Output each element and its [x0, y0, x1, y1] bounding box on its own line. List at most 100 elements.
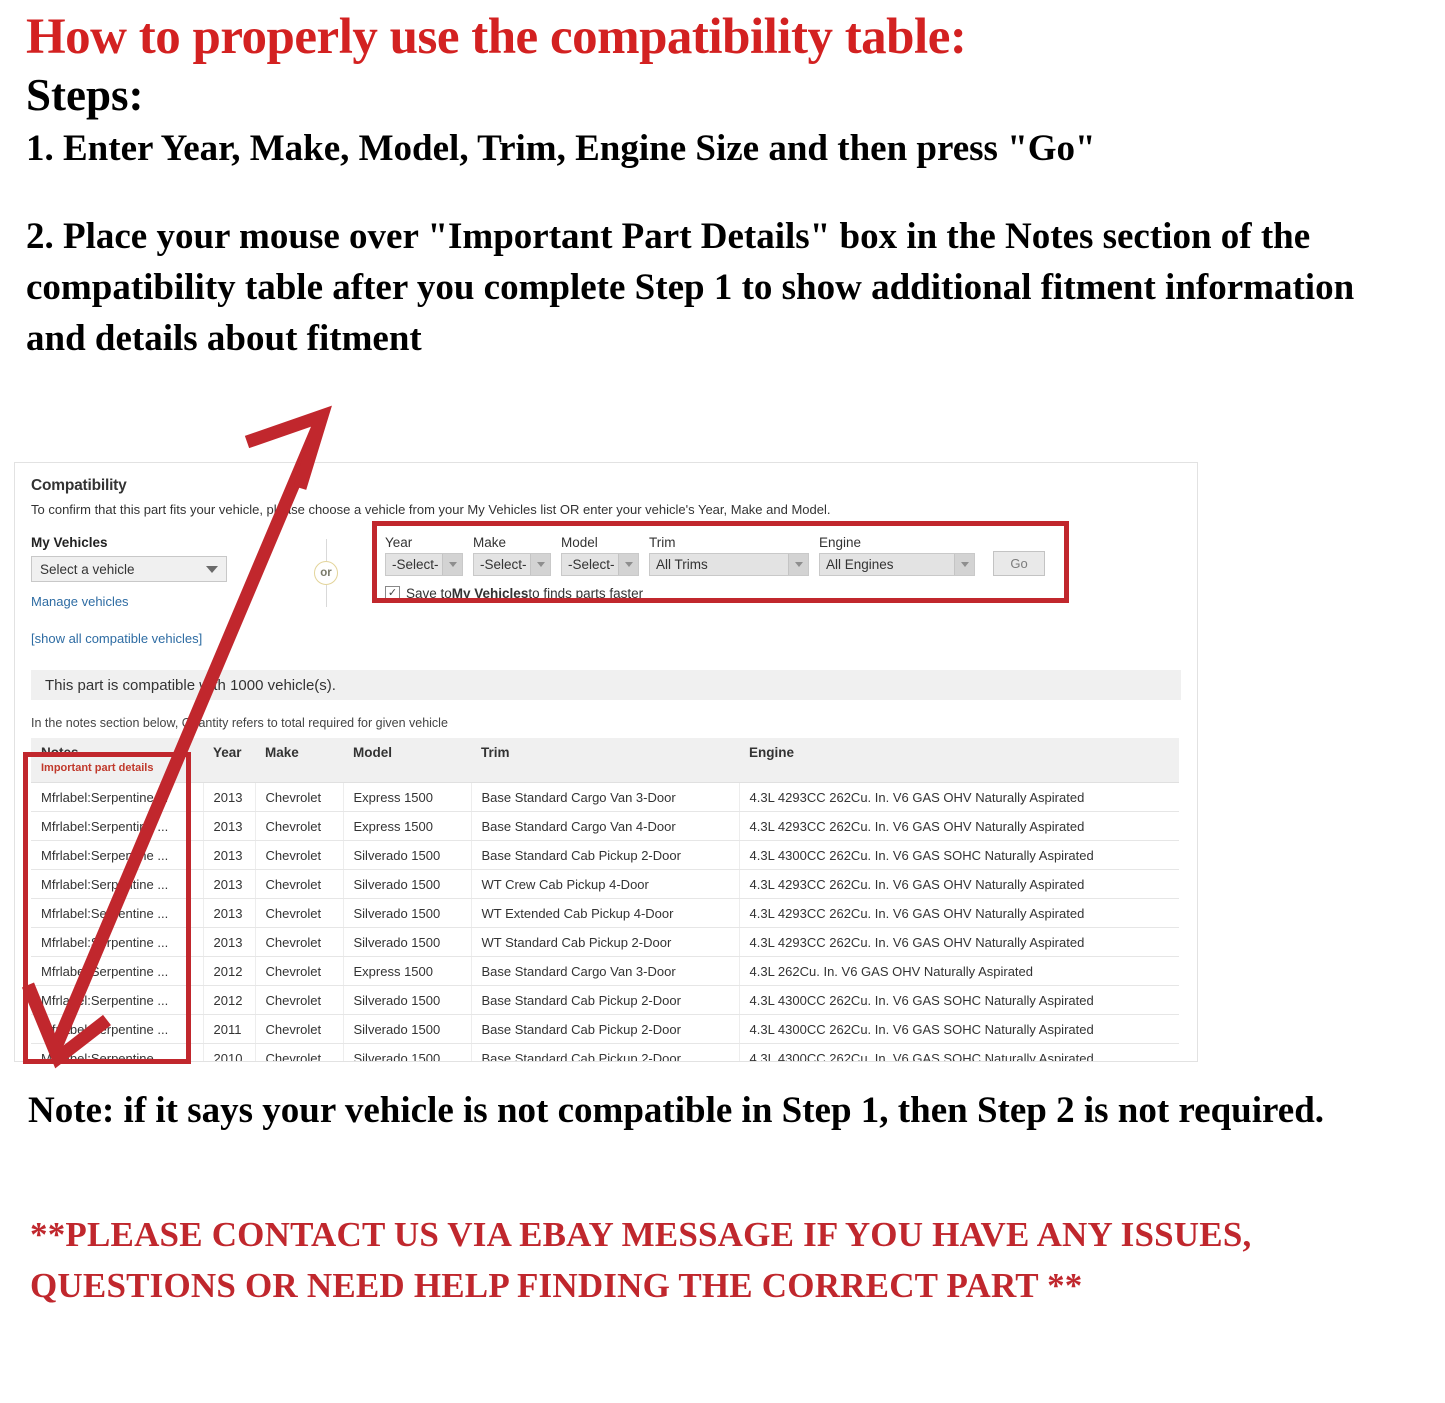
cell-model: Silverado 1500 — [343, 1043, 472, 1061]
cell-notes[interactable]: Mfrlabel:Serpentine ... — [31, 869, 204, 899]
cell-trim: Base Standard Cab Pickup 2-Door — [471, 985, 740, 1015]
table-row: Mfrlabel:Serpentine ... 2011 Chevrolet Silv… — [31, 1014, 1179, 1044]
column-header-notes[interactable]: Notes Important part details — [31, 738, 203, 783]
chevron-down-icon — [442, 554, 462, 575]
trim-select-value: All Trims — [656, 557, 708, 572]
cell-year: 2012 — [203, 985, 256, 1015]
fitment-table: Notes Important part details Year Make M… — [31, 738, 1179, 1061]
model-select[interactable]: -Select- — [561, 553, 639, 576]
cell-make: Chevrolet — [255, 956, 344, 986]
cell-engine: 4.3L 4293CC 262Cu. In. V6 GAS OHV Natura… — [739, 898, 1179, 928]
cell-notes[interactable]: Mfrlabel:Serpentine ... — [31, 927, 204, 957]
cell-notes[interactable]: Mfrlabel:Serpentine ... — [31, 1043, 204, 1061]
save-checkbox[interactable]: ✓ — [385, 586, 400, 601]
cell-trim: Base Standard Cargo Van 3-Door — [471, 956, 740, 986]
model-label: Model — [561, 535, 598, 550]
cell-trim: Base Standard Cargo Van 3-Door — [471, 782, 740, 812]
instructions-block: How to properly use the compatibility ta… — [0, 9, 1445, 364]
cell-engine: 4.3L 4293CC 262Cu. In. V6 GAS OHV Natura… — [739, 782, 1179, 812]
compatibility-subheading: To confirm that this part fits your vehi… — [31, 502, 831, 517]
table-row: Mfrlabel:Serpentine ... 2013 Chevrolet Expr… — [31, 811, 1179, 841]
engine-label: Engine — [819, 535, 862, 550]
save-to-my-vehicles-row[interactable]: ✓ Save to My Vehicles to finds parts fas… — [385, 586, 1045, 601]
cell-notes[interactable]: Mfrlabel:Serpentine ... — [31, 840, 204, 870]
cell-notes[interactable]: Mfrlabel:Serpentine ... — [31, 985, 204, 1015]
step-1-text: 1. Enter Year, Make, Model, Trim, Engine… — [26, 127, 1096, 169]
fitment-table-body: Mfrlabel:Serpentine ... 2013 Chevrolet Expr… — [31, 782, 1179, 1061]
cell-model: Express 1500 — [343, 782, 472, 812]
year-select-value: -Select- — [392, 557, 439, 572]
cell-year: 2010 — [203, 1043, 256, 1061]
engine-select-value: All Engines — [826, 557, 894, 572]
cell-notes[interactable]: Mfrlabel:Serpentine ... — [31, 1014, 204, 1044]
cell-model: Silverado 1500 — [343, 985, 472, 1015]
fitment-header-row: Notes Important part details Year Make M… — [31, 738, 1179, 783]
table-row: Mfrlabel:Serpentine ... 2012 Chevrolet Silv… — [31, 985, 1179, 1015]
year-field: Year -Select- — [385, 535, 463, 576]
cell-notes[interactable]: Mfrlabel:Serpentine ... — [31, 811, 204, 841]
year-label: Year — [385, 535, 413, 550]
cell-make: Chevrolet — [255, 927, 344, 957]
trim-field: Trim All Trims — [649, 535, 809, 576]
trim-label: Trim — [649, 535, 676, 550]
chevron-down-icon — [198, 557, 226, 581]
compatibility-heading: Compatibility — [31, 477, 127, 494]
cell-year: 2012 — [203, 956, 256, 986]
go-button[interactable]: Go — [993, 551, 1045, 576]
year-select[interactable]: -Select- — [385, 553, 463, 576]
cell-engine: 4.3L 4293CC 262Cu. In. V6 GAS OHV Natura… — [739, 869, 1179, 899]
cell-engine: 4.3L 4300CC 262Cu. In. V6 GAS SOHC Natur… — [739, 1043, 1179, 1061]
steps-label: Steps: — [26, 70, 144, 121]
cell-make: Chevrolet — [255, 782, 344, 812]
table-row: Mfrlabel:Serpentine ... 2013 Chevrolet Silv… — [31, 898, 1179, 928]
manage-vehicles-link[interactable]: Manage vehicles — [31, 594, 281, 609]
chevron-down-icon — [618, 554, 638, 575]
trim-select[interactable]: All Trims — [649, 553, 809, 576]
table-row: Mfrlabel:Serpentine ... 2013 Chevrolet Silv… — [31, 840, 1179, 870]
table-row: Mfrlabel:Serpentine ... 2013 Chevrolet Silv… — [31, 869, 1179, 899]
column-header-year[interactable]: Year — [203, 738, 255, 783]
chevron-down-icon — [530, 554, 550, 575]
cell-trim: WT Extended Cab Pickup 4-Door — [471, 898, 740, 928]
save-checkbox-suffix: to finds parts faster — [528, 586, 644, 601]
column-header-engine[interactable]: Engine — [739, 738, 1179, 783]
make-label: Make — [473, 535, 507, 550]
my-vehicles-label: My Vehicles — [31, 535, 108, 550]
engine-select[interactable]: All Engines — [819, 553, 975, 576]
column-header-model[interactable]: Model — [343, 738, 471, 783]
vehicle-chooser: My Vehicles Select a vehicle Manage vehi… — [31, 533, 1181, 646]
my-vehicles-select[interactable]: Select a vehicle — [31, 556, 227, 582]
cell-model: Express 1500 — [343, 956, 472, 986]
or-line-top — [325, 539, 327, 561]
column-header-make[interactable]: Make — [255, 738, 343, 783]
cell-trim: WT Standard Cab Pickup 2-Door — [471, 927, 740, 957]
cell-year: 2013 — [203, 927, 256, 957]
cell-model: Silverado 1500 — [343, 898, 472, 928]
cell-notes[interactable]: Mfrlabel:Serpentine ... — [31, 782, 204, 812]
cell-model: Express 1500 — [343, 811, 472, 841]
model-select-value: -Select- — [568, 557, 615, 572]
cell-engine: 4.3L 4300CC 262Cu. In. V6 GAS SOHC Natur… — [739, 840, 1179, 870]
save-checkbox-prefix: Save to — [406, 586, 452, 601]
engine-field: Engine All Engines — [819, 535, 975, 576]
table-row: Mfrlabel:Serpentine ... 2012 Chevrolet Expr… — [31, 956, 1179, 986]
cell-trim: Base Standard Cab Pickup 2-Door — [471, 840, 740, 870]
important-part-details-label[interactable]: Important part details — [41, 762, 195, 774]
cell-make: Chevrolet — [255, 1043, 344, 1061]
cell-model: Silverado 1500 — [343, 869, 472, 899]
cell-year: 2013 — [203, 782, 256, 812]
column-header-notes-label: Notes — [41, 745, 79, 760]
compatibility-panel: Compatibility To confirm that this part … — [14, 462, 1198, 1062]
cell-notes[interactable]: Mfrlabel:Serpentine ... — [31, 956, 204, 986]
column-header-trim[interactable]: Trim — [471, 738, 739, 783]
cell-make: Chevrolet — [255, 869, 344, 899]
cell-model: Silverado 1500 — [343, 840, 472, 870]
save-checkbox-bold: My Vehicles — [451, 586, 529, 601]
or-badge: or — [314, 561, 338, 585]
make-select[interactable]: -Select- — [473, 553, 551, 576]
cell-notes[interactable]: Mfrlabel:Serpentine ... — [31, 898, 204, 928]
table-row: Mfrlabel:Serpentine ... 2010 Chevrolet Silv… — [31, 1043, 1179, 1061]
cell-trim: Base Standard Cab Pickup 2-Door — [471, 1043, 740, 1061]
show-all-compatible-vehicles-link[interactable]: [show all compatible vehicles] — [31, 631, 281, 646]
cell-year: 2013 — [203, 811, 256, 841]
